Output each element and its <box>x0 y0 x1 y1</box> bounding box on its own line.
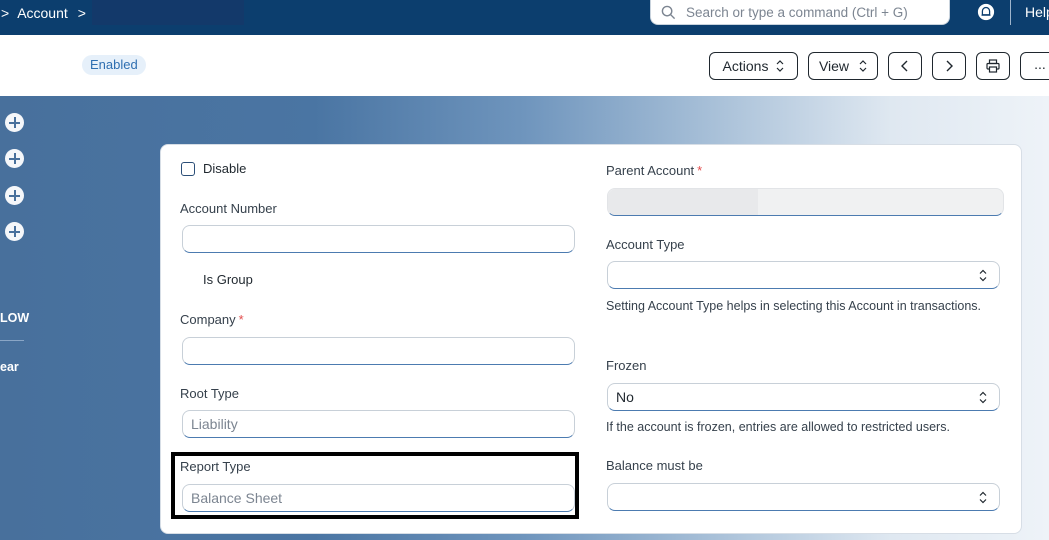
account-type-help: Setting Account Type helps in selecting … <box>606 299 981 313</box>
account-type-label: Account Type <box>606 237 685 252</box>
root-type-label: Root Type <box>180 386 240 401</box>
previous-record-button[interactable] <box>888 52 922 80</box>
frozen-help: If the account is frozen, entries are al… <box>606 420 950 434</box>
disable-checkbox[interactable] <box>181 162 195 176</box>
next-record-button[interactable] <box>932 52 966 80</box>
company-input[interactable] <box>182 337 575 365</box>
updown-icon <box>859 60 867 72</box>
sidebar-divider <box>0 340 24 341</box>
chevron-right-icon <box>946 60 953 72</box>
select-updown-icon <box>979 269 987 282</box>
account-number-label: Account Number <box>180 201 277 216</box>
updown-icon <box>777 60 784 72</box>
disable-label[interactable]: Disable <box>203 161 246 176</box>
add-icon-3[interactable] <box>5 186 24 205</box>
print-button[interactable] <box>976 52 1010 80</box>
search-placeholder: Search or type a command (Ctrl + G) <box>686 4 908 20</box>
add-icon-1[interactable] <box>5 113 24 132</box>
breadcrumb-arrow: > <box>1 4 10 21</box>
report-type-highlight-box <box>171 452 579 519</box>
add-icon-4[interactable] <box>5 222 24 241</box>
balance-must-be-select[interactable] <box>607 483 1000 511</box>
select-updown-icon <box>979 491 987 504</box>
printer-icon <box>986 59 1000 73</box>
more-options-button[interactable]: ... <box>1020 52 1049 80</box>
bell-icon[interactable] <box>977 3 995 21</box>
breadcrumb-account[interactable]: Account <box>17 5 68 21</box>
sidebar-text-ear[interactable]: ear <box>0 360 19 374</box>
help-menu[interactable]: Help <box>1025 4 1049 20</box>
view-label: View <box>818 58 850 74</box>
select-updown-icon <box>979 391 987 404</box>
root-type-field: Liability <box>182 410 575 438</box>
account-type-select[interactable] <box>607 261 1000 289</box>
frozen-label: Frozen <box>606 358 647 373</box>
sidebar-text-low[interactable]: LOW <box>0 311 29 325</box>
breadcrumb: > Account > <box>0 0 244 25</box>
breadcrumb-separator: > <box>77 4 86 21</box>
search-icon <box>661 5 676 19</box>
parent-account-redacted <box>608 189 758 215</box>
parent-account-label: Parent Account * <box>606 163 703 178</box>
actions-label: Actions <box>722 58 769 74</box>
page-header: Enabled Actions View ... <box>0 35 1049 96</box>
account-number-input[interactable] <box>182 225 575 253</box>
is-group-label[interactable]: Is Group <box>203 272 253 287</box>
company-label: Company * <box>180 312 244 327</box>
actions-button[interactable]: Actions <box>709 52 798 80</box>
chevron-left-icon <box>901 60 908 72</box>
parent-account-input[interactable] <box>607 188 1004 216</box>
navbar-divider <box>1010 0 1011 25</box>
frozen-select[interactable]: No <box>607 383 1000 411</box>
more-label: ... <box>1034 55 1046 72</box>
balance-must-be-label: Balance must be <box>606 458 703 473</box>
view-button[interactable]: View <box>808 52 878 80</box>
status-badge: Enabled <box>82 55 146 75</box>
add-icon-2[interactable] <box>5 149 24 168</box>
search-input[interactable]: Search or type a command (Ctrl + G) <box>650 0 950 25</box>
top-navbar: > Account > Search or type a command (Ct… <box>0 0 1049 35</box>
breadcrumb-redacted-record[interactable] <box>91 0 244 25</box>
